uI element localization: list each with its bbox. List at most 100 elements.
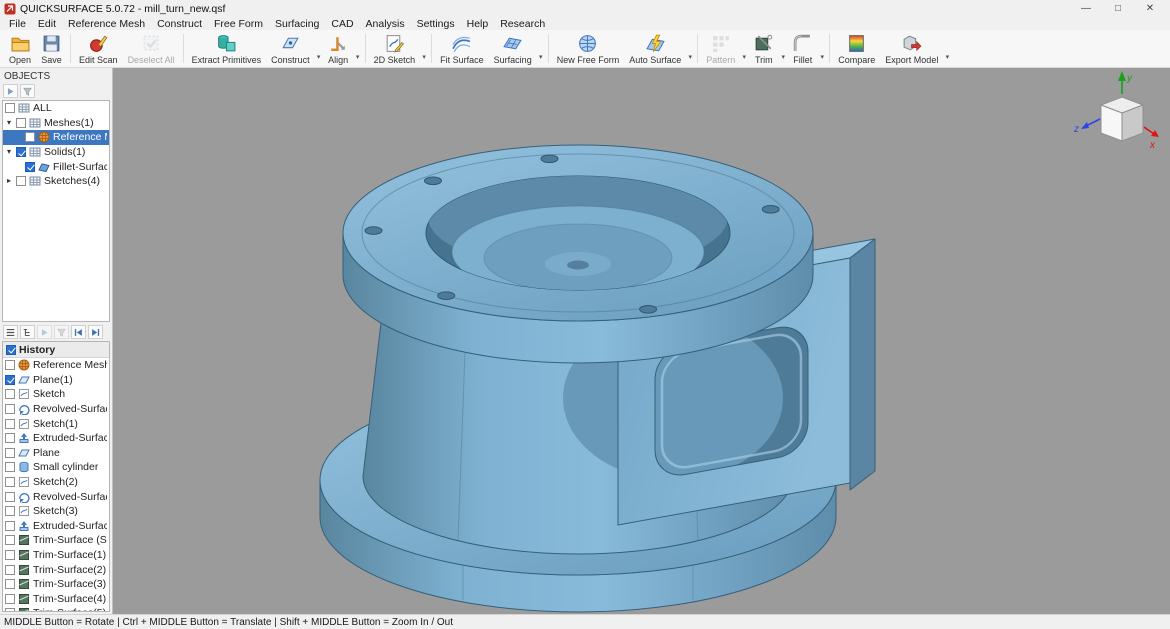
history-item-trim-surface-solid[interactable]: Trim-Surface (Solid — [3, 533, 109, 548]
menu-surfacing[interactable]: Surfacing — [269, 18, 325, 30]
history-item-trim-surface-5-so[interactable]: Trim-Surface(5) (So — [3, 606, 109, 611]
visibility-checkbox[interactable] — [5, 462, 15, 472]
menu-file[interactable]: File — [3, 18, 32, 30]
flat-list-view-button[interactable] — [3, 325, 18, 339]
expander-open[interactable]: ▾ — [5, 119, 13, 127]
maximize-button[interactable]: □ — [1112, 3, 1124, 14]
toolbar-dropdown-pattern[interactable]: ▾ — [740, 31, 748, 66]
visibility-checkbox[interactable] — [5, 594, 15, 604]
visibility-checkbox[interactable] — [16, 147, 26, 157]
history-item-trim-surface-2-so[interactable]: Trim-Surface(2) (So — [3, 562, 109, 577]
objects-tree-item-solids-1[interactable]: ▾Solids(1) — [3, 145, 109, 160]
history-item-sketch[interactable]: Sketch — [3, 387, 109, 402]
menu-research[interactable]: Research — [494, 18, 551, 30]
objects-tree-item-all[interactable]: ALL — [3, 101, 109, 116]
toolbar-button-construct[interactable]: Construct — [266, 31, 315, 66]
toolbar-dropdown-export-model[interactable]: ▾ — [943, 31, 951, 66]
toolbar-dropdown-align[interactable]: ▾ — [354, 31, 362, 66]
visibility-checkbox[interactable] — [25, 162, 35, 172]
history-item-extruded-surface-1[interactable]: Extruded-Surface(1 — [3, 519, 109, 534]
replay-button[interactable] — [37, 325, 52, 339]
visibility-checkbox[interactable] — [5, 579, 15, 589]
toolbar-dropdown-auto-surface[interactable]: ▾ — [686, 31, 694, 66]
bolt-hole[interactable] — [365, 227, 382, 235]
menu-analysis[interactable]: Analysis — [360, 18, 411, 30]
visibility-checkbox[interactable] — [16, 176, 26, 186]
objects-tree-item-sketches-4[interactable]: ▸Sketches(4) — [3, 174, 109, 189]
visibility-checkbox[interactable] — [5, 565, 15, 575]
menu-free-form[interactable]: Free Form — [208, 18, 269, 30]
history-item-sketch-3[interactable]: Sketch(3) — [3, 504, 109, 519]
toolbar-button-compare[interactable]: Compare — [833, 31, 880, 66]
toolbar-button-align[interactable]: Align — [323, 31, 354, 66]
menu-reference-mesh[interactable]: Reference Mesh — [62, 18, 151, 30]
visibility-checkbox[interactable] — [5, 608, 15, 611]
close-button[interactable]: ✕ — [1144, 3, 1156, 14]
menu-construct[interactable]: Construct — [151, 18, 208, 30]
objects-tree-item-meshes-1[interactable]: ▾Meshes(1) — [3, 116, 109, 131]
history-item-small-cylinder[interactable]: Small cylinder — [3, 460, 109, 475]
visibility-checkbox[interactable] — [5, 521, 15, 531]
menu-settings[interactable]: Settings — [411, 18, 461, 30]
go-first-button[interactable] — [71, 325, 86, 339]
filter-button[interactable] — [20, 84, 35, 98]
visibility-checkbox[interactable] — [5, 375, 15, 385]
visibility-checkbox[interactable] — [5, 103, 15, 113]
history-item-reference-mesh[interactable]: Reference Mesh — [3, 358, 109, 373]
history-item-extruded-surface-s[interactable]: Extruded-Surface (S — [3, 431, 109, 446]
bolt-hole[interactable] — [438, 292, 455, 300]
history-item-plane-1[interactable]: Plane(1) — [3, 373, 109, 388]
history-item-revolved-surface-1[interactable]: Revolved-Surface(1 — [3, 489, 109, 504]
toolbar-button-open[interactable]: Open — [4, 31, 36, 66]
bolt-hole[interactable] — [425, 177, 442, 185]
filter-history-button[interactable] — [54, 325, 69, 339]
toolbar-button-auto-surface[interactable]: Auto Surface — [624, 31, 686, 66]
visibility-checkbox[interactable] — [5, 419, 15, 429]
toolbar-dropdown-fillet[interactable]: ▾ — [818, 31, 826, 66]
history-item-sketch-1[interactable]: Sketch(1) — [3, 416, 109, 431]
menu-edit[interactable]: Edit — [32, 18, 62, 30]
toolbar-button-new-free-form[interactable]: New Free Form — [552, 31, 625, 66]
history-item-revolved-surface-s[interactable]: Revolved-Surface (S — [3, 402, 109, 417]
visibility-checkbox[interactable] — [5, 448, 15, 458]
toolbar-button-save[interactable]: Save — [36, 31, 67, 66]
objects-tree-item-reference-mesh-t[interactable]: Reference Mesh (T — [3, 130, 109, 145]
viewport-3d[interactable]: y x z — [113, 68, 1170, 614]
history-visibility-checkbox[interactable] — [6, 345, 16, 355]
history-item-plane[interactable]: Plane — [3, 446, 109, 461]
orientation-cube[interactable]: y x z — [1032, 68, 1162, 183]
toolbar-dropdown-2d-sketch[interactable]: ▾ — [420, 31, 428, 66]
visibility-checkbox[interactable] — [5, 550, 15, 560]
visibility-checkbox[interactable] — [5, 506, 15, 516]
visibility-checkbox[interactable] — [5, 477, 15, 487]
visibility-checkbox[interactable] — [5, 492, 15, 502]
visibility-checkbox[interactable] — [5, 433, 15, 443]
minimize-button[interactable]: — — [1080, 3, 1092, 14]
visibility-checkbox[interactable] — [5, 389, 15, 399]
bolt-hole[interactable] — [640, 306, 657, 314]
model-3d[interactable] — [113, 68, 1169, 614]
toolbar-button-fit-surface[interactable]: Fit Surface — [435, 31, 489, 66]
history-item-trim-surface-3-so[interactable]: Trim-Surface(3) (So — [3, 577, 109, 592]
history-item-sketch-2[interactable]: Sketch(2) — [3, 475, 109, 490]
bolt-hole[interactable] — [762, 206, 779, 214]
toolbar-button-trim[interactable]: Trim — [748, 31, 779, 66]
expander-open[interactable]: ▾ — [5, 148, 13, 156]
bolt-hole[interactable] — [541, 155, 558, 163]
visibility-checkbox[interactable] — [16, 118, 26, 128]
history-item-trim-surface-4-so[interactable]: Trim-Surface(4) (So — [3, 592, 109, 607]
toolbar-button-surfacing[interactable]: Surfacing — [489, 31, 537, 66]
visibility-checkbox[interactable] — [5, 404, 15, 414]
toolbar-button-extract-primitives[interactable]: Extract Primitives — [187, 31, 267, 66]
history-item-trim-surface-1-su[interactable]: Trim-Surface(1) (Su — [3, 548, 109, 563]
expander-closed[interactable]: ▸ — [5, 177, 13, 185]
go-last-button[interactable] — [88, 325, 103, 339]
objects-tree-item-fillet-surface-4[interactable]: Fillet-Surface(4) — [3, 159, 109, 174]
toolbar-button-fillet[interactable]: Fillet — [787, 31, 818, 66]
toolbar-button-export-model[interactable]: Export Model — [880, 31, 943, 66]
visibility-checkbox[interactable] — [5, 360, 15, 370]
menu-cad[interactable]: CAD — [325, 18, 359, 30]
side-block-right-face[interactable] — [850, 239, 875, 490]
toolbar-dropdown-trim[interactable]: ▾ — [779, 31, 787, 66]
show-all-button[interactable] — [3, 84, 18, 98]
